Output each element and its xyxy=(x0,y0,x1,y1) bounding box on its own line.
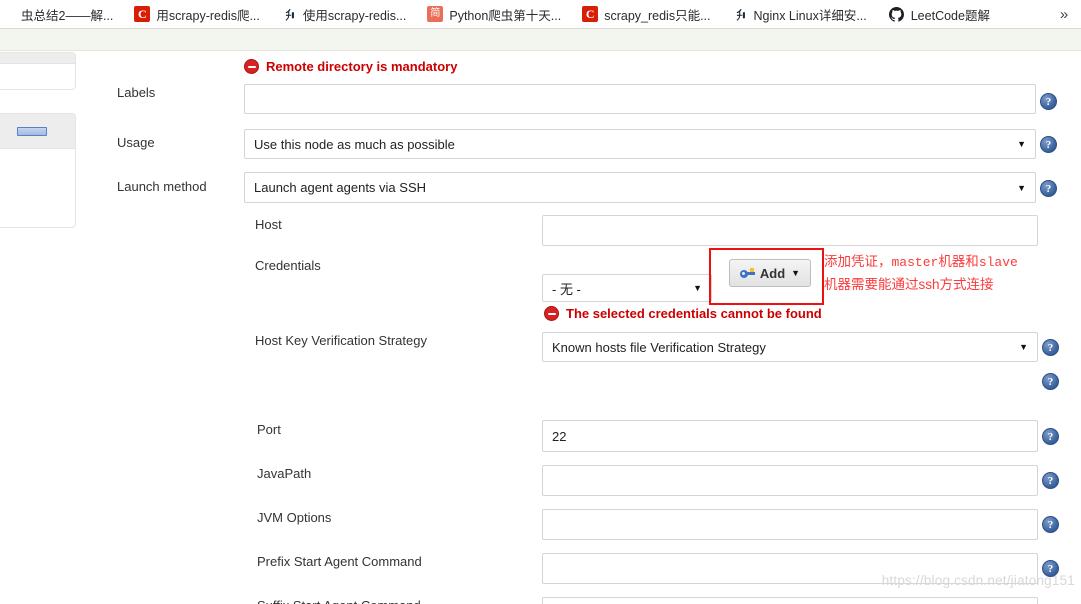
labels-input[interactable] xyxy=(244,84,1036,114)
annotation-text: 添加凭证，master机器和slave 机器需要能通过ssh方式连接 xyxy=(824,251,1018,296)
page-top-strip xyxy=(0,29,1081,51)
bookmark-item-1[interactable]: C 用scrapy-redis爬... xyxy=(129,2,267,26)
help-icon-javapath[interactable]: ? xyxy=(1042,472,1059,489)
chevron-down-icon: ▼ xyxy=(1017,139,1026,149)
help-icon-launch-method[interactable]: ? xyxy=(1040,180,1057,197)
bookmark-item-6[interactable]: LeetCode题解 xyxy=(884,2,997,26)
label-labels: Labels xyxy=(117,85,155,100)
label-launch-method: Launch method xyxy=(117,179,207,194)
error-icon xyxy=(244,59,259,74)
annotation-line-2: 机器需要能通过ssh方式连接 xyxy=(824,274,1018,296)
bookmark-label: Python爬虫第十天... xyxy=(449,5,561,24)
bookmark-item-3[interactable]: 简 Python爬虫第十天... xyxy=(422,2,568,26)
help-icon-port[interactable]: ? xyxy=(1042,428,1059,445)
help-icon-labels[interactable]: ? xyxy=(1040,93,1057,110)
usage-select-value: Use this node as much as possible xyxy=(254,137,455,152)
error-remote-directory: Remote directory is mandatory xyxy=(244,59,457,74)
javapath-input[interactable] xyxy=(542,465,1038,496)
add-button-label: Add xyxy=(760,266,785,281)
bookmark-item-2[interactable]: 使用scrapy-redis... xyxy=(276,2,414,26)
port-input[interactable]: 22 xyxy=(542,420,1038,452)
label-host-key-verification-strategy: Host Key Verification Strategy xyxy=(255,333,427,348)
credentials-select[interactable]: - 无 - ▼ xyxy=(542,274,712,302)
page-icon xyxy=(0,6,15,22)
github-icon xyxy=(889,6,905,22)
label-prefix-start-agent-command: Prefix Start Agent Command xyxy=(257,554,422,569)
help-icon-host-key-secondary[interactable]: ? xyxy=(1042,373,1059,390)
label-host: Host xyxy=(255,217,282,232)
usage-select[interactable]: Use this node as much as possible ▼ xyxy=(244,129,1036,159)
bookmark-label: 用scrapy-redis爬... xyxy=(156,5,260,24)
label-javapath: JavaPath xyxy=(257,466,311,481)
watermark: https://blog.csdn.net/jiatong151 xyxy=(882,573,1075,588)
error-icon xyxy=(544,306,559,321)
launch-method-select[interactable]: Launch agent agents via SSH ▼ xyxy=(244,172,1036,203)
help-icon-jvm-options[interactable]: ? xyxy=(1042,516,1059,533)
zhihu-icon xyxy=(732,6,748,22)
help-icon-usage[interactable]: ? xyxy=(1040,136,1057,153)
label-suffix-start-agent-command: Suffix Start Agent Command xyxy=(257,598,421,604)
host-input[interactable] xyxy=(542,215,1038,246)
jvm-options-input[interactable] xyxy=(542,509,1038,540)
bookmarks-overflow-button[interactable]: » xyxy=(1053,3,1075,25)
add-credentials-button[interactable]: Add ▼ xyxy=(729,259,811,287)
error-text: Remote directory is mandatory xyxy=(266,59,457,74)
annotation-line-1: 添加凭证，master机器和slave xyxy=(824,251,1018,274)
label-usage: Usage xyxy=(117,135,155,150)
csdn-icon: C xyxy=(134,6,150,22)
chevron-down-icon: ▼ xyxy=(791,268,800,278)
error-text: The selected credentials cannot be found xyxy=(566,306,822,321)
key-icon xyxy=(740,268,755,279)
host-key-verification-strategy-select[interactable]: Known hosts file Verification Strategy ▼ xyxy=(542,332,1038,362)
label-port: Port xyxy=(257,422,281,437)
label-credentials: Credentials xyxy=(255,258,321,273)
chevron-down-icon: ▼ xyxy=(1019,342,1028,352)
bookmark-label: LeetCode题解 xyxy=(911,5,990,24)
node-configuration-form: Remote directory is mandatory Labels ? U… xyxy=(0,51,1081,604)
host-key-select-value: Known hosts file Verification Strategy xyxy=(552,340,766,355)
bookmark-label: Nginx Linux详细安... xyxy=(754,5,867,24)
bookmark-label: 虫总结2——解... xyxy=(21,5,113,24)
bookmark-label: scrapy_redis只能... xyxy=(604,5,710,24)
csdn-icon: C xyxy=(582,6,598,22)
bookmark-item-5[interactable]: Nginx Linux详细安... xyxy=(727,2,874,26)
launch-method-select-value: Launch agent agents via SSH xyxy=(254,180,426,195)
zhihu-icon xyxy=(281,6,297,22)
error-credentials: The selected credentials cannot be found xyxy=(544,306,822,321)
browser-page: 虫总结2——解... C 用scrapy-redis爬... 使用scrapy-… xyxy=(0,0,1081,604)
bookmarks-bar: 虫总结2——解... C 用scrapy-redis爬... 使用scrapy-… xyxy=(0,0,1081,29)
help-icon-host-key[interactable]: ? xyxy=(1042,339,1059,356)
bookmark-label: 使用scrapy-redis... xyxy=(303,5,407,24)
bookmark-item-4[interactable]: C scrapy_redis只能... xyxy=(577,2,717,26)
jianshu-icon: 简 xyxy=(427,6,443,22)
chevron-down-icon: ▼ xyxy=(693,283,702,293)
suffix-start-agent-command-input[interactable] xyxy=(542,597,1038,604)
label-jvm-options: JVM Options xyxy=(257,510,331,525)
chevron-down-icon: ▼ xyxy=(1017,183,1026,193)
bookmark-item-0[interactable]: 虫总结2——解... xyxy=(0,2,120,26)
credentials-select-value: - 无 - xyxy=(552,279,581,298)
